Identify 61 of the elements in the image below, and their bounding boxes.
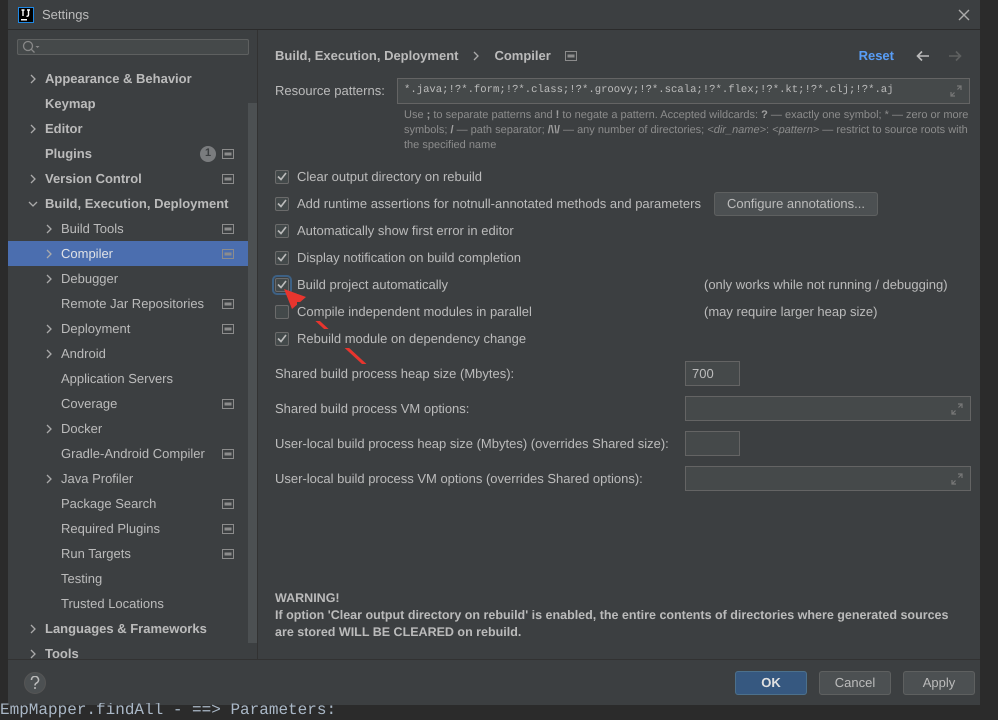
help-button[interactable]: [24, 672, 46, 694]
sidebar-item[interactable]: Remote Jar Repositories: [8, 291, 248, 316]
close-icon[interactable]: [958, 8, 970, 20]
scrollbar-thumb[interactable]: [248, 103, 257, 643]
sidebar-item[interactable]: Docker: [8, 416, 248, 441]
breadcrumb-separator-icon: [472, 51, 480, 61]
breadcrumb-item[interactable]: Compiler: [494, 46, 551, 66]
sidebar-item[interactable]: Trusted Locations: [8, 591, 248, 616]
help-icon: [30, 676, 40, 689]
sidebar-item[interactable]: Testing: [8, 566, 248, 591]
sidebar-item[interactable]: Android: [8, 341, 248, 366]
app-logo-icon: [18, 6, 34, 22]
help-text: Use ; to separate patterns and ! to negate a pattern. Accepted wildcards: ? — exactly one symbol; * — zero or more symbols; / — path separator; /\\/ — any number of directories; <dir_name>: <pattern> — restrict to source roots with the specified name: [404, 108, 970, 153]
sidebar-item[interactable]: Compiler: [8, 241, 248, 266]
input-field[interactable]: [685, 396, 971, 421]
sidebar-item[interactable]: Deployment: [8, 316, 248, 341]
input-field[interactable]: [685, 466, 971, 491]
hint-text: (only works while not running / debugging): [704, 276, 948, 294]
search-icon: [22, 40, 40, 54]
reset-link[interactable]: Reset: [858, 46, 894, 66]
dialog-button[interactable]: Cancel: [819, 670, 891, 694]
sidebar-item[interactable]: Build, Execution, Deployment: [8, 191, 248, 216]
sidebar-item[interactable]: Tools: [8, 641, 248, 666]
count-badge: 1: [200, 146, 216, 162]
sidebar-item[interactable]: Plugins 1: [8, 141, 248, 166]
sidebar-item[interactable]: Run Targets: [8, 541, 248, 566]
input-field[interactable]: [685, 431, 740, 456]
checkbox[interactable]: [275, 250, 289, 264]
search-field[interactable]: [17, 39, 249, 55]
sidebar-item[interactable]: Editor: [8, 116, 248, 141]
resource-patterns-field[interactable]: *.java;!?*.form;!?*.class;!?*.groovy;!?*.scala;!?*.flex;!?*.kt;!?*.clj;!?*.aj: [397, 78, 970, 104]
input-field[interactable]: 700: [685, 361, 740, 386]
checkbox[interactable]: [275, 332, 289, 346]
sidebar-item[interactable]: Gradle-Android Compiler: [8, 441, 248, 466]
checkbox[interactable]: [275, 196, 289, 210]
window-title: Settings: [42, 6, 89, 24]
checkbox-label[interactable]: Rebuild module on dependency change: [297, 328, 526, 348]
sidebar-item[interactable]: Debugger: [8, 266, 248, 291]
dialog-button[interactable]: Apply: [903, 670, 975, 694]
sidebar-item[interactable]: Build Tools: [8, 216, 248, 241]
warning-text: If option 'Clear output directory on rebuild' is enabled, the entire contents of directories where generated sources are stored WILL BE CLEARED on rebuild.: [275, 607, 950, 641]
sidebar-item[interactable]: Application Servers: [8, 366, 248, 391]
hint-text: (may require larger heap size): [704, 302, 878, 321]
back-arrow-icon[interactable]: [916, 50, 930, 62]
field-label: Shared build process heap size (Mbytes):: [275, 364, 514, 384]
sidebar-item[interactable]: Appearance & Behavior: [8, 66, 248, 91]
sidebar-item[interactable]: Version Control: [8, 166, 248, 191]
sidebar-item[interactable]: Coverage: [8, 391, 248, 416]
sidebar-item[interactable]: Keymap: [8, 91, 248, 116]
sidebar-item[interactable]: Required Plugins: [8, 516, 248, 541]
checkbox[interactable]: [275, 224, 289, 238]
checkbox[interactable]: [275, 170, 289, 184]
warning-title: WARNING!: [275, 590, 341, 607]
sidebar-item[interactable]: Java Profiler: [8, 466, 248, 491]
field-label: Resource patterns:: [275, 82, 386, 100]
sidebar-item[interactable]: Package Search: [8, 491, 248, 516]
breadcrumb-item[interactable]: Build, Execution, Deployment: [275, 46, 458, 66]
configure-annotations-button[interactable]: Configure annotations...: [714, 192, 878, 216]
sidebar-item[interactable]: Languages & Frameworks: [8, 616, 248, 641]
checkbox[interactable]: [275, 304, 289, 318]
dialog-button[interactable]: OK: [735, 670, 807, 694]
